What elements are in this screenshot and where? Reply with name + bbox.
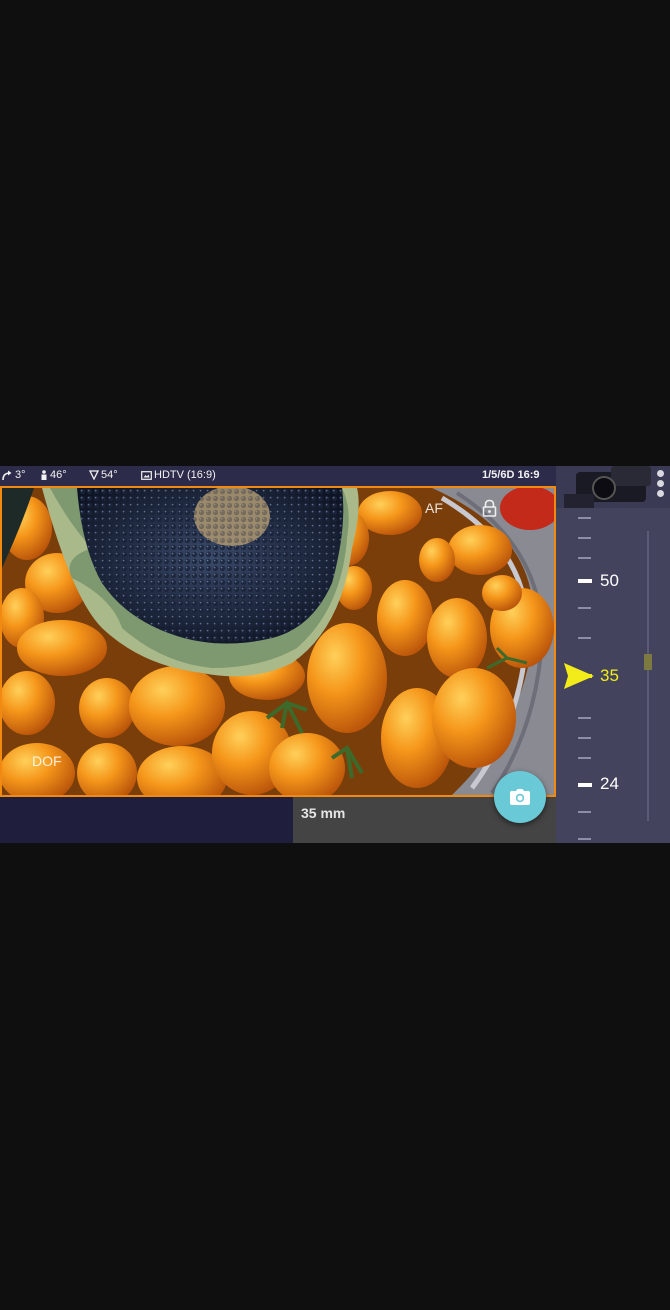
- camera-thumbnail-image: [556, 466, 670, 508]
- zoom-label-50[interactable]: 50: [600, 571, 619, 591]
- aspect-format-indicator: HDTV (16:9): [141, 469, 216, 481]
- scale-mark-50: [578, 579, 592, 583]
- scale-tick: [578, 811, 591, 813]
- scale-tick: [578, 557, 591, 559]
- person-angle-indicator: 46°: [40, 469, 67, 481]
- capture-button[interactable]: [494, 771, 546, 823]
- zoom-track-handle[interactable]: [644, 654, 652, 670]
- frame-icon: [141, 470, 152, 480]
- zoom-pointer-icon[interactable]: [564, 663, 594, 694]
- triangle-fov-icon: [89, 470, 99, 480]
- lock-icon[interactable]: [482, 499, 497, 522]
- viewfinder[interactable]: AF DOF: [0, 486, 556, 797]
- camera-preview-image: [2, 488, 554, 795]
- scale-tick: [578, 637, 591, 639]
- fov-indicator: 54°: [89, 469, 118, 481]
- bottom-bar: [0, 797, 293, 843]
- dof-button[interactable]: DOF: [32, 753, 62, 769]
- scale-tick: [578, 717, 591, 719]
- curved-arrow-icon: [2, 470, 12, 480]
- camera-icon: [510, 789, 530, 805]
- person-icon: [41, 470, 47, 480]
- scale-tick: [578, 757, 591, 759]
- scale-tick: [578, 838, 591, 840]
- zoom-label-35[interactable]: 35: [600, 666, 619, 686]
- status-bar: 3° 46° 54° HDTV (16:9) 1/5/6D 16:9: [0, 466, 556, 486]
- camera-ratio-value: 1/5/6D 16:9: [482, 469, 540, 481]
- tilt-indicator: 3°: [2, 469, 26, 481]
- zoom-track[interactable]: [647, 531, 649, 821]
- zoom-scale-panel[interactable]: 50 35 24: [556, 466, 670, 843]
- aspect-format-value: HDTV (16:9): [154, 469, 216, 481]
- scale-tick: [578, 607, 591, 609]
- person-angle-value: 46°: [50, 469, 67, 481]
- camera-thumbnail[interactable]: [556, 466, 670, 508]
- focal-length-label: 35 mm: [301, 805, 346, 821]
- fov-value: 54°: [101, 469, 118, 481]
- scale-tick: [578, 737, 591, 739]
- overflow-menu-icon[interactable]: [657, 470, 664, 497]
- zoom-label-24[interactable]: 24: [600, 774, 619, 794]
- scale-tick: [578, 537, 591, 539]
- scale-tick: [578, 517, 591, 519]
- scale-mark-24: [578, 783, 592, 787]
- camera-ratio[interactable]: 1/5/6D 16:9: [482, 469, 539, 481]
- camera-app: 3° 46° 54° HDTV (16:9) 1/5/6D 16:9 AF DO…: [0, 466, 670, 843]
- tilt-value: 3°: [15, 469, 26, 481]
- af-indicator[interactable]: AF: [425, 500, 443, 516]
